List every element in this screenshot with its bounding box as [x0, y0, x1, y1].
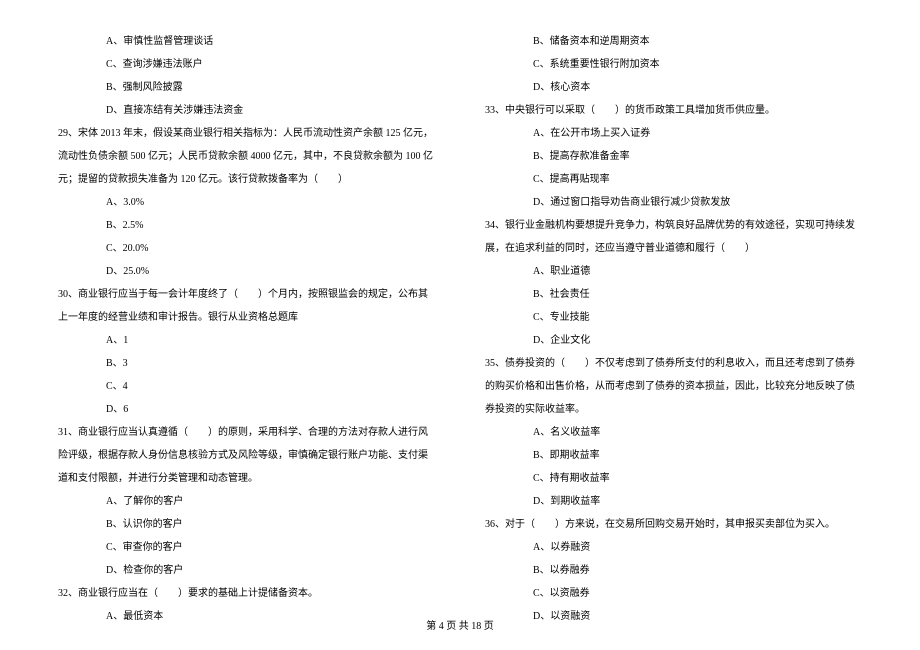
question-text: 29、宋体 2013 年末，假设某商业银行相关指标为：人民币流动性资产余额 12…	[58, 122, 435, 191]
answer-option: A、名义收益率	[485, 421, 862, 444]
answer-option: A、了解你的客户	[58, 490, 435, 513]
answer-option: B、2.5%	[58, 214, 435, 237]
answer-option: D、到期收益率	[485, 490, 862, 513]
two-column-layout: A、审慎性监督管理谈话C、查询涉嫌违法账户B、强制风险披露D、直接冻结有关涉嫌违…	[58, 30, 862, 600]
answer-option: B、即期收益率	[485, 444, 862, 467]
answer-option: C、查询涉嫌违法账户	[58, 53, 435, 76]
answer-option: C、提高再贴现率	[485, 168, 862, 191]
question-text: 30、商业银行应当于每一会计年度终了（ ）个月内，按照银监会的规定，公布其上一年…	[58, 283, 435, 329]
answer-option: C、审查你的客户	[58, 536, 435, 559]
answer-option: B、以券融券	[485, 559, 862, 582]
answer-option: D、6	[58, 398, 435, 421]
answer-option: C、20.0%	[58, 237, 435, 260]
left-column: A、审慎性监督管理谈话C、查询涉嫌违法账户B、强制风险披露D、直接冻结有关涉嫌违…	[58, 30, 435, 600]
answer-option: D、核心资本	[485, 76, 862, 99]
answer-option: B、社会责任	[485, 283, 862, 306]
answer-option: D、企业文化	[485, 329, 862, 352]
answer-option: B、认识你的客户	[58, 513, 435, 536]
page-footer: 第 4 页 共 18 页	[0, 617, 920, 632]
answer-option: D、通过窗口指导劝告商业银行减少贷款发放	[485, 191, 862, 214]
answer-option: D、直接冻结有关涉嫌违法资金	[58, 99, 435, 122]
answer-option: C、系统重要性银行附加资本	[485, 53, 862, 76]
answer-option: B、3	[58, 352, 435, 375]
answer-option: A、审慎性监督管理谈话	[58, 30, 435, 53]
question-text: 31、商业银行应当认真遵循（ ）的原则，采用科学、合理的方法对存款人进行风险评级…	[58, 421, 435, 490]
answer-option: A、以券融资	[485, 536, 862, 559]
right-column: B、储备资本和逆周期资本C、系统重要性银行附加资本D、核心资本33、中央银行可以…	[485, 30, 862, 600]
answer-option: B、强制风险披露	[58, 76, 435, 99]
answer-option: C、4	[58, 375, 435, 398]
answer-option: B、提高存款准备金率	[485, 145, 862, 168]
question-text: 35、债券投资的（ ）不仅考虑到了债券所支付的利息收入，而且还考虑到了债券的购买…	[485, 352, 862, 421]
answer-option: D、检查你的客户	[58, 559, 435, 582]
answer-option: D、25.0%	[58, 260, 435, 283]
answer-option: A、1	[58, 329, 435, 352]
answer-option: C、持有期收益率	[485, 467, 862, 490]
question-text: 33、中央银行可以采取（ ）的货币政策工具增加货币供应量。	[485, 99, 862, 122]
question-text: 34、银行业金融机构要想提升竞争力，构筑良好品牌优势的有效途径，实现可持续发展，…	[485, 214, 862, 260]
answer-option: A、在公开市场上买入证券	[485, 122, 862, 145]
answer-option: B、储备资本和逆周期资本	[485, 30, 862, 53]
answer-option: A、3.0%	[58, 191, 435, 214]
answer-option: C、专业技能	[485, 306, 862, 329]
answer-option: C、以资融券	[485, 582, 862, 605]
answer-option: A、职业道德	[485, 260, 862, 283]
question-text: 36、对于（ ）方来说，在交易所回购交易开始时，其申报买卖部位为买入。	[485, 513, 862, 536]
question-text: 32、商业银行应当在（ ）要求的基础上计提储备资本。	[58, 582, 435, 605]
